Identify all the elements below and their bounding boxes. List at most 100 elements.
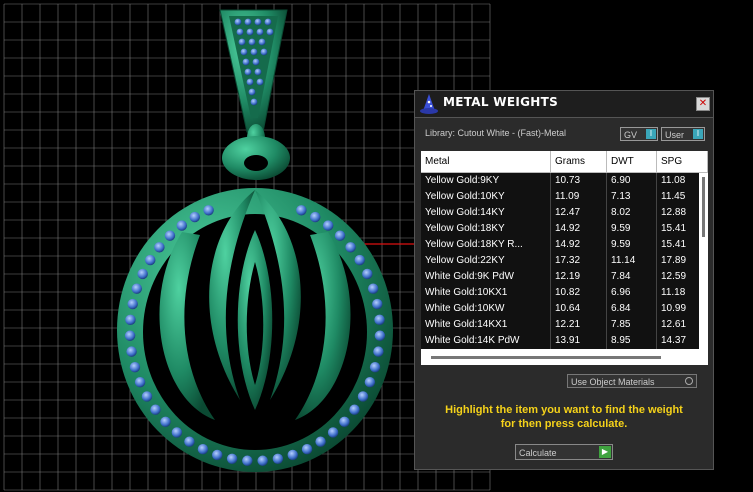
cell-dwt: 8.95 [607,333,657,349]
gemstone [226,453,238,465]
gv-toggle[interactable]: GV I [620,127,658,141]
cell-dwt: 8.02 [607,205,657,221]
cell-grams: 10.73 [551,173,607,189]
cell-dwt: 6.84 [607,301,657,317]
calculate-button[interactable]: Calculate ▶ [515,444,613,460]
gemstone [197,443,209,455]
gemstone [272,453,284,465]
wizard-hat-icon [420,94,438,114]
gemstone [134,376,146,388]
gemstone [250,98,258,106]
gemstone [349,404,360,415]
gemstone [246,78,254,86]
use-object-materials-label: Use Object Materials [571,377,655,387]
gemstone [260,48,268,56]
gemstone [315,436,326,447]
table-row[interactable]: Yellow Gold:9KY 10.73 6.90 11.08 [421,173,708,189]
vertical-scrollbar[interactable] [699,173,708,351]
close-button[interactable]: ✕ [696,97,710,111]
vertical-scroll-thumb[interactable] [702,177,705,237]
table-row[interactable]: Yellow Gold:22KY 17.32 11.14 17.89 [421,253,708,269]
gemstone [125,314,136,326]
gemstone [127,298,138,310]
user-toggle[interactable]: User I [661,127,705,141]
use-object-materials-toggle[interactable]: Use Object Materials [567,374,697,388]
cell-metal: White Gold:10KW [421,301,551,317]
table-row[interactable]: White Gold:10KX1 10.82 6.96 11.18 [421,285,708,301]
table-row[interactable]: Yellow Gold:18KY R... 14.92 9.59 15.41 [421,237,708,253]
table-row[interactable]: Yellow Gold:10KY 11.09 7.13 11.45 [421,189,708,205]
gemstone [322,220,334,231]
cell-grams: 13.91 [551,333,607,349]
gemstone [367,283,379,294]
gemstone [357,391,369,402]
calculate-label: Calculate [519,448,557,458]
cell-metal: White Gold:9K PdW [421,269,551,285]
gemstone [369,361,381,373]
table-row[interactable]: Yellow Gold:14KY 12.47 8.02 12.88 [421,205,708,221]
gemstone [150,404,161,415]
column-header-spg[interactable]: SPG [657,151,708,173]
metal-weights-panel: METAL WEIGHTS ✕ Library: Cutout White - … [414,90,714,470]
cell-grams: 14.92 [551,237,607,253]
gemstone [296,205,307,216]
gemstone [248,38,256,46]
cell-grams: 12.19 [551,269,607,285]
table-row[interactable]: White Gold:10KW 10.64 6.84 10.99 [421,301,708,317]
gemstone [374,330,386,341]
table-row[interactable]: White Gold:9K PdW 12.19 7.84 12.59 [421,269,708,285]
gemstone [137,268,148,280]
gemstone [364,376,376,388]
play-arrow-icon: ▶ [599,446,611,458]
cell-metal: White Gold:14KX1 [421,317,551,333]
gemstone [242,58,250,66]
gemstone [160,416,171,427]
table-row[interactable]: White Gold:14K PdW 13.91 8.95 14.37 [421,333,708,349]
gemstone [287,449,298,461]
cell-grams: 10.82 [551,285,607,301]
table-row[interactable]: White Gold:14KX1 12.21 7.85 12.61 [421,317,708,333]
gemstone [145,254,156,266]
metal-weights-table[interactable]: Metal Grams DWT SPG Yellow Gold:9KY 10.73… [421,151,708,365]
cell-metal: Yellow Gold:18KY R... [421,237,551,253]
table-row[interactable]: Yellow Gold:18KY 14.92 9.59 15.41 [421,221,708,237]
gemstone [301,443,313,455]
cell-grams: 12.21 [551,317,607,333]
panel-titlebar[interactable]: METAL WEIGHTS ✕ [415,91,713,118]
panel-title: METAL WEIGHTS [443,95,559,109]
radio-icon [685,377,693,385]
cell-grams: 11.09 [551,189,607,205]
gemstone [141,391,153,402]
gemstone [242,455,253,466]
gemstone [258,38,266,46]
cell-metal: Yellow Gold:10KY [421,189,551,205]
horizontal-scrollbar[interactable] [421,351,708,365]
gemstone [266,28,274,36]
column-header-grams[interactable]: Grams [551,151,607,173]
gemstone [154,242,165,253]
cell-dwt: 11.14 [607,253,657,269]
gemstone [240,48,248,56]
gemstone [164,230,176,241]
gemstone [339,416,350,427]
gemstone [176,220,188,231]
gemstone [327,427,339,438]
cell-metal: Yellow Gold:14KY [421,205,551,221]
gemstone [124,330,136,341]
instruction-line-1: Highlight the item you want to find the … [445,404,683,416]
gemstone [345,242,356,253]
gemstone [189,211,200,223]
cell-dwt: 6.96 [607,285,657,301]
column-header-dwt[interactable]: DWT [607,151,657,173]
cell-grams: 14.92 [551,221,607,237]
library-label: Library: Cutout White - (Fast)-Metal [425,128,567,138]
gemstone [257,455,268,466]
gemstone [310,211,321,223]
gemstone [254,18,262,26]
horizontal-scroll-thumb[interactable] [431,356,661,359]
toggle-on-icon: I [693,129,703,139]
cell-dwt: 9.59 [607,237,657,253]
column-header-metal[interactable]: Metal [421,151,551,173]
cell-dwt: 7.85 [607,317,657,333]
gemstone [129,361,141,373]
